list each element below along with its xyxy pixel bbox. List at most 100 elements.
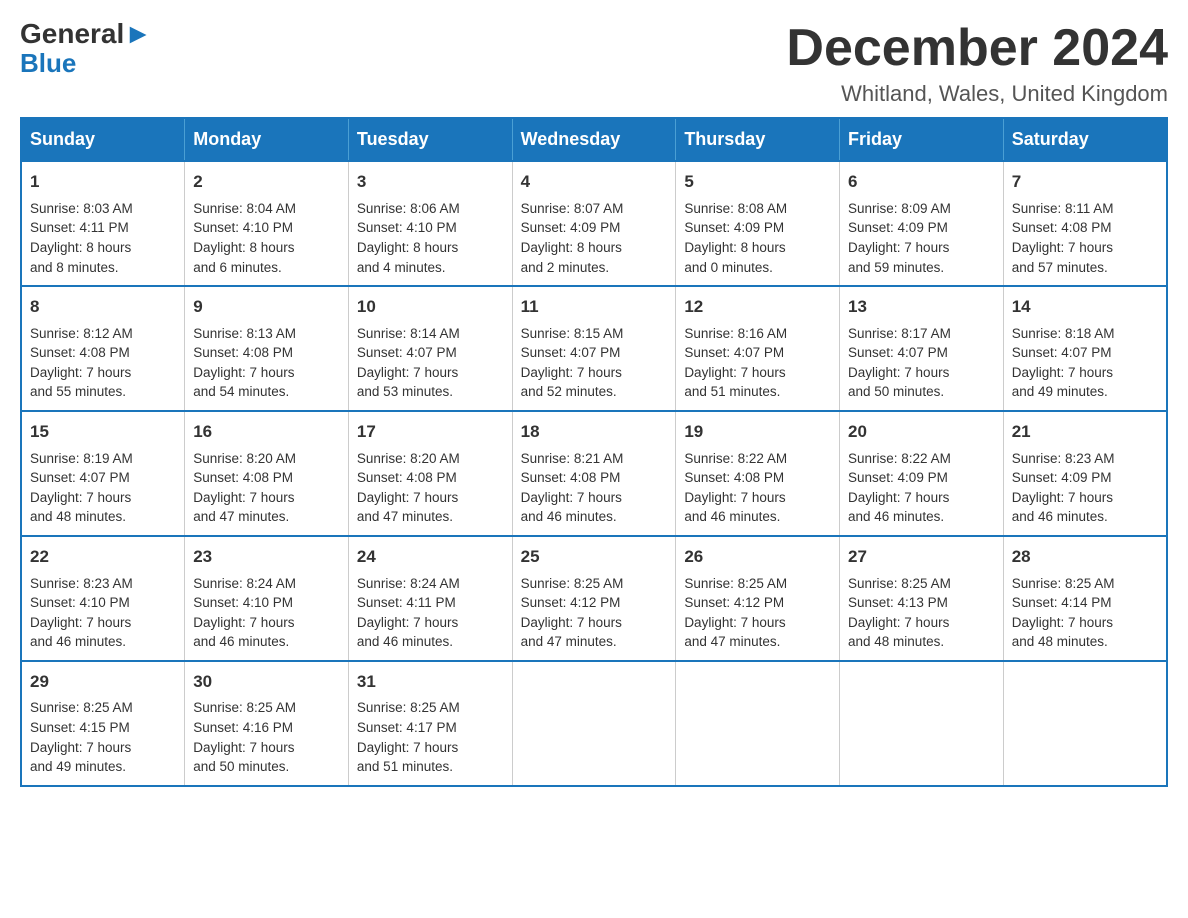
calendar-week-row: 1 Sunrise: 8:03 AM Sunset: 4:11 PM Daylig…	[21, 161, 1167, 286]
day-info: Sunrise: 8:22 AM Sunset: 4:09 PM Dayligh…	[848, 449, 995, 527]
calendar-cell	[1003, 661, 1167, 786]
day-number: 30	[193, 670, 340, 695]
day-info: Sunrise: 8:20 AM Sunset: 4:08 PM Dayligh…	[357, 449, 504, 527]
day-number: 15	[30, 420, 176, 445]
day-number: 24	[357, 545, 504, 570]
calendar-cell: 4 Sunrise: 8:07 AM Sunset: 4:09 PM Daylig…	[512, 161, 676, 286]
weekday-header-saturday: Saturday	[1003, 118, 1167, 161]
day-number: 18	[521, 420, 668, 445]
title-section: December 2024 Whitland, Wales, United Ki…	[786, 20, 1168, 107]
day-number: 11	[521, 295, 668, 320]
calendar-cell: 21Sunrise: 8:23 AM Sunset: 4:09 PM Dayli…	[1003, 411, 1167, 536]
day-info: Sunrise: 8:13 AM Sunset: 4:08 PM Dayligh…	[193, 324, 340, 402]
day-info: Sunrise: 8:25 AM Sunset: 4:12 PM Dayligh…	[521, 574, 668, 652]
day-info: Sunrise: 8:07 AM Sunset: 4:09 PM Dayligh…	[521, 199, 668, 277]
day-number: 7	[1012, 170, 1158, 195]
day-number: 25	[521, 545, 668, 570]
day-number: 8	[30, 295, 176, 320]
day-info: Sunrise: 8:12 AM Sunset: 4:08 PM Dayligh…	[30, 324, 176, 402]
calendar-cell: 19 Sunrise: 8:22 AM Sunset: 4:08 PM Dayli…	[676, 411, 840, 536]
calendar-week-row: 15 Sunrise: 8:19 AM Sunset: 4:07 PM Dayli…	[21, 411, 1167, 536]
weekday-header-friday: Friday	[840, 118, 1004, 161]
day-number: 9	[193, 295, 340, 320]
calendar-cell: 30 Sunrise: 8:25 AM Sunset: 4:16 PM Dayli…	[185, 661, 349, 786]
day-info: Sunrise: 8:03 AM Sunset: 4:11 PM Dayligh…	[30, 199, 176, 277]
calendar-cell: 28Sunrise: 8:25 AM Sunset: 4:14 PM Dayli…	[1003, 536, 1167, 661]
calendar-cell: 16 Sunrise: 8:20 AM Sunset: 4:08 PM Dayli…	[185, 411, 349, 536]
logo-bottom: Blue	[20, 50, 76, 76]
day-number: 21	[1012, 420, 1158, 445]
calendar-table: SundayMondayTuesdayWednesdayThursdayFrid…	[20, 117, 1168, 786]
day-info: Sunrise: 8:04 AM Sunset: 4:10 PM Dayligh…	[193, 199, 340, 277]
calendar-cell: 7 Sunrise: 8:11 AM Sunset: 4:08 PM Daylig…	[1003, 161, 1167, 286]
day-info: Sunrise: 8:19 AM Sunset: 4:07 PM Dayligh…	[30, 449, 176, 527]
day-info: Sunrise: 8:15 AM Sunset: 4:07 PM Dayligh…	[521, 324, 668, 402]
day-info: Sunrise: 8:20 AM Sunset: 4:08 PM Dayligh…	[193, 449, 340, 527]
day-info: Sunrise: 8:25 AM Sunset: 4:12 PM Dayligh…	[684, 574, 831, 652]
calendar-cell	[676, 661, 840, 786]
day-info: Sunrise: 8:21 AM Sunset: 4:08 PM Dayligh…	[521, 449, 668, 527]
page-header: General► Blue December 2024 Whitland, Wa…	[20, 20, 1168, 107]
day-number: 27	[848, 545, 995, 570]
day-info: Sunrise: 8:22 AM Sunset: 4:08 PM Dayligh…	[684, 449, 831, 527]
calendar-cell: 8 Sunrise: 8:12 AM Sunset: 4:08 PM Daylig…	[21, 286, 185, 411]
day-info: Sunrise: 8:06 AM Sunset: 4:10 PM Dayligh…	[357, 199, 504, 277]
day-number: 31	[357, 670, 504, 695]
day-number: 1	[30, 170, 176, 195]
calendar-cell: 29Sunrise: 8:25 AM Sunset: 4:15 PM Dayli…	[21, 661, 185, 786]
day-number: 14	[1012, 295, 1158, 320]
calendar-cell: 15 Sunrise: 8:19 AM Sunset: 4:07 PM Dayli…	[21, 411, 185, 536]
day-number: 22	[30, 545, 176, 570]
day-number: 5	[684, 170, 831, 195]
day-number: 20	[848, 420, 995, 445]
day-info: Sunrise: 8:25 AM Sunset: 4:15 PM Dayligh…	[30, 698, 176, 776]
calendar-cell: 22Sunrise: 8:23 AM Sunset: 4:10 PM Dayli…	[21, 536, 185, 661]
calendar-cell: 20 Sunrise: 8:22 AM Sunset: 4:09 PM Dayli…	[840, 411, 1004, 536]
calendar-week-row: 22Sunrise: 8:23 AM Sunset: 4:10 PM Dayli…	[21, 536, 1167, 661]
calendar-cell: 5 Sunrise: 8:08 AM Sunset: 4:09 PM Daylig…	[676, 161, 840, 286]
calendar-cell: 3 Sunrise: 8:06 AM Sunset: 4:10 PM Daylig…	[348, 161, 512, 286]
day-number: 10	[357, 295, 504, 320]
calendar-cell: 2 Sunrise: 8:04 AM Sunset: 4:10 PM Daylig…	[185, 161, 349, 286]
logo-top: General►	[20, 20, 152, 48]
calendar-cell: 26Sunrise: 8:25 AM Sunset: 4:12 PM Dayli…	[676, 536, 840, 661]
day-info: Sunrise: 8:25 AM Sunset: 4:17 PM Dayligh…	[357, 698, 504, 776]
day-info: Sunrise: 8:18 AM Sunset: 4:07 PM Dayligh…	[1012, 324, 1158, 402]
calendar-week-row: 29Sunrise: 8:25 AM Sunset: 4:15 PM Dayli…	[21, 661, 1167, 786]
weekday-header-thursday: Thursday	[676, 118, 840, 161]
day-info: Sunrise: 8:25 AM Sunset: 4:16 PM Dayligh…	[193, 698, 340, 776]
day-info: Sunrise: 8:09 AM Sunset: 4:09 PM Dayligh…	[848, 199, 995, 277]
calendar-cell: 25 Sunrise: 8:25 AM Sunset: 4:12 PM Dayli…	[512, 536, 676, 661]
day-number: 4	[521, 170, 668, 195]
calendar-cell: 17 Sunrise: 8:20 AM Sunset: 4:08 PM Dayli…	[348, 411, 512, 536]
day-number: 17	[357, 420, 504, 445]
logo: General► Blue	[20, 20, 152, 76]
weekday-header-tuesday: Tuesday	[348, 118, 512, 161]
calendar-cell: 18 Sunrise: 8:21 AM Sunset: 4:08 PM Dayli…	[512, 411, 676, 536]
calendar-cell	[512, 661, 676, 786]
day-info: Sunrise: 8:14 AM Sunset: 4:07 PM Dayligh…	[357, 324, 504, 402]
calendar-cell: 11 Sunrise: 8:15 AM Sunset: 4:07 PM Dayli…	[512, 286, 676, 411]
day-info: Sunrise: 8:17 AM Sunset: 4:07 PM Dayligh…	[848, 324, 995, 402]
day-number: 2	[193, 170, 340, 195]
day-number: 3	[357, 170, 504, 195]
weekday-header-sunday: Sunday	[21, 118, 185, 161]
weekday-header-wednesday: Wednesday	[512, 118, 676, 161]
calendar-cell: 12Sunrise: 8:16 AM Sunset: 4:07 PM Dayli…	[676, 286, 840, 411]
day-number: 23	[193, 545, 340, 570]
day-number: 6	[848, 170, 995, 195]
day-info: Sunrise: 8:24 AM Sunset: 4:10 PM Dayligh…	[193, 574, 340, 652]
calendar-cell: 1 Sunrise: 8:03 AM Sunset: 4:11 PM Daylig…	[21, 161, 185, 286]
calendar-cell: 10 Sunrise: 8:14 AM Sunset: 4:07 PM Dayli…	[348, 286, 512, 411]
day-info: Sunrise: 8:16 AM Sunset: 4:07 PM Dayligh…	[684, 324, 831, 402]
day-number: 13	[848, 295, 995, 320]
weekday-header-row: SundayMondayTuesdayWednesdayThursdayFrid…	[21, 118, 1167, 161]
weekday-header-monday: Monday	[185, 118, 349, 161]
calendar-week-row: 8 Sunrise: 8:12 AM Sunset: 4:08 PM Daylig…	[21, 286, 1167, 411]
day-info: Sunrise: 8:11 AM Sunset: 4:08 PM Dayligh…	[1012, 199, 1158, 277]
day-info: Sunrise: 8:08 AM Sunset: 4:09 PM Dayligh…	[684, 199, 831, 277]
day-number: 16	[193, 420, 340, 445]
day-number: 19	[684, 420, 831, 445]
calendar-cell: 27Sunrise: 8:25 AM Sunset: 4:13 PM Dayli…	[840, 536, 1004, 661]
calendar-cell: 14 Sunrise: 8:18 AM Sunset: 4:07 PM Dayli…	[1003, 286, 1167, 411]
